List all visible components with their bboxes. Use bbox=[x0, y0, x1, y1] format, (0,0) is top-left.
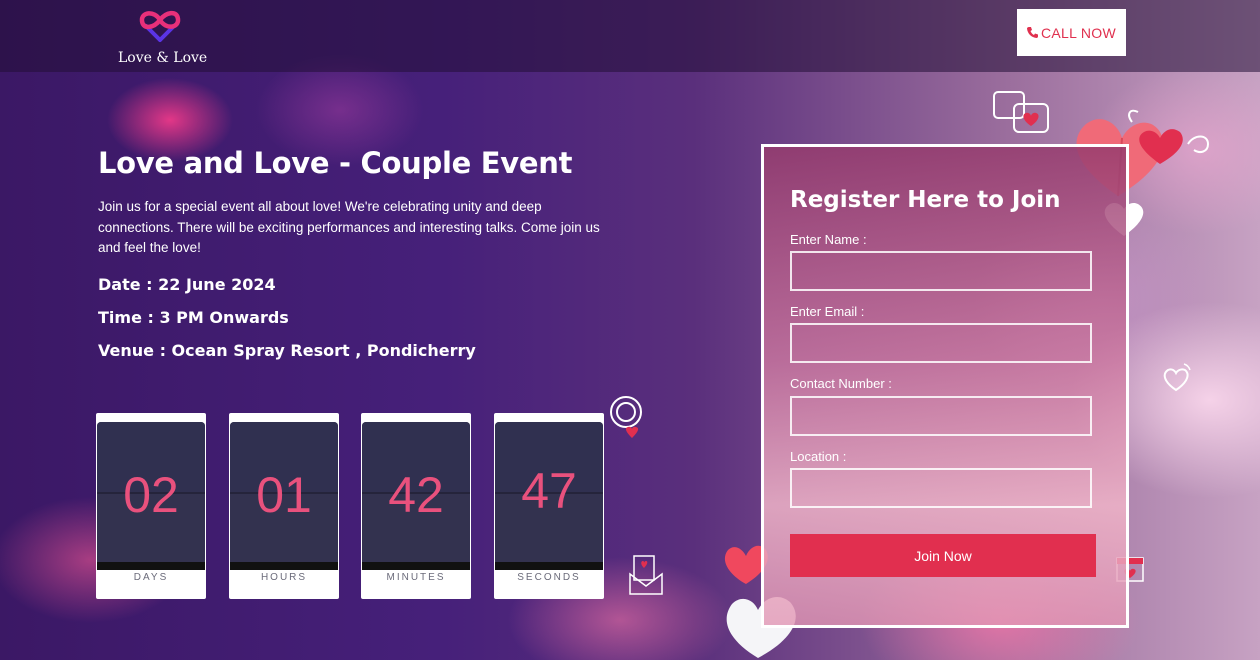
logo-text: Love & Love bbox=[118, 50, 208, 66]
heart-infinity-icon bbox=[139, 10, 181, 42]
call-now-label: CALL NOW bbox=[1040, 24, 1116, 41]
event-description: Join us for a special event all about lo… bbox=[98, 199, 600, 256]
countdown-seconds-value: 47 bbox=[521, 463, 577, 519]
contact-label: Contact Number : bbox=[790, 376, 892, 391]
event-date: Date : 22 June 2024 bbox=[98, 275, 276, 294]
countdown-hours: 01 HOURS bbox=[229, 413, 339, 599]
name-input[interactable] bbox=[790, 251, 1092, 291]
email-input[interactable] bbox=[790, 323, 1092, 363]
countdown-minutes: 42 MINUTES bbox=[361, 413, 471, 599]
ring-icon bbox=[610, 396, 642, 438]
flip-card: 02 bbox=[97, 422, 205, 570]
top-navbar: Love & Love CALL NOW bbox=[0, 0, 1260, 72]
flip-card: 42 bbox=[362, 422, 470, 570]
registration-form: Register Here to Join Enter Name : Enter… bbox=[761, 144, 1129, 628]
countdown-days-label: DAYS bbox=[133, 572, 169, 583]
countdown-days: 02 DAYS bbox=[96, 413, 206, 599]
flip-card: 47 bbox=[495, 422, 603, 570]
location-input[interactable] bbox=[790, 468, 1092, 508]
countdown-minutes-value: 42 bbox=[388, 467, 444, 523]
call-now-button[interactable]: CALL NOW bbox=[1017, 9, 1126, 56]
join-now-button[interactable]: Join Now bbox=[790, 534, 1096, 577]
event-title: Love and Love - Couple Event bbox=[98, 146, 573, 180]
countdown-hours-label: HOURS bbox=[260, 572, 308, 583]
event-time: Time : 3 PM Onwards bbox=[98, 308, 289, 327]
logo[interactable]: Love & Love bbox=[118, 6, 208, 66]
chat-hearts-icon bbox=[993, 91, 1049, 133]
form-title: Register Here to Join bbox=[790, 187, 1061, 213]
heart-outline-icon bbox=[1163, 363, 1191, 392]
countdown-days-value: 02 bbox=[123, 467, 179, 523]
name-label: Enter Name : bbox=[790, 232, 867, 247]
flip-card: 01 bbox=[230, 422, 338, 570]
phone-icon bbox=[1026, 25, 1038, 41]
countdown-hours-value: 01 bbox=[256, 467, 312, 523]
location-label: Location : bbox=[790, 449, 847, 464]
countdown-seconds-label: SECONDS bbox=[517, 572, 581, 583]
contact-number-input[interactable] bbox=[790, 396, 1092, 436]
countdown-seconds: 47 SECONDS bbox=[494, 413, 604, 599]
countdown-minutes-label: MINUTES bbox=[386, 572, 446, 583]
love-letter-icon bbox=[629, 555, 663, 595]
event-venue: Venue : Ocean Spray Resort , Pondicherry bbox=[98, 341, 476, 360]
email-label: Enter Email : bbox=[790, 304, 865, 319]
